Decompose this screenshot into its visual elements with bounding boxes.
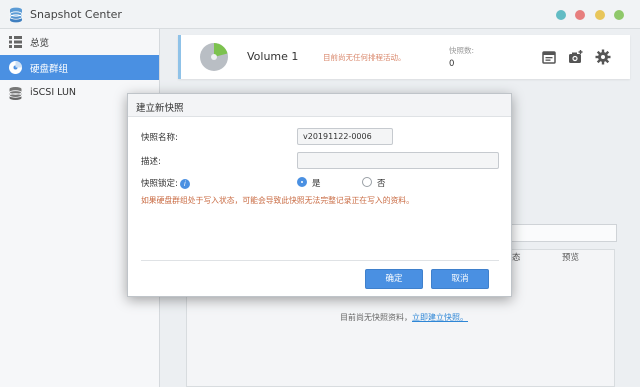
take-snapshot-icon[interactable] xyxy=(568,49,584,65)
dialog-divider xyxy=(141,260,499,261)
create-snapshot-link[interactable]: 立即建立快照。 xyxy=(412,313,468,322)
sidebar-item-label: iSCSI LUN xyxy=(30,87,77,98)
ok-button[interactable]: 确定 xyxy=(365,269,423,289)
write-state-warning: 如果硬盘群组处于写入状态，可能会导致此快照无法完整记录正在写入的资料。 xyxy=(141,196,414,205)
volume-schedule-status: 目前尚无任何排程活动。 xyxy=(323,53,406,62)
overview-list-icon xyxy=(9,36,22,48)
title-bar: Snapshot Center xyxy=(0,0,640,29)
disk-group-icon xyxy=(9,61,22,74)
snapshot-search-input[interactable] xyxy=(500,224,617,242)
snapshot-lock-label-text: 快照锁定: xyxy=(141,179,178,189)
column-header-status: 态 xyxy=(512,253,521,263)
lock-no-label[interactable]: 否 xyxy=(377,177,386,189)
volume-card[interactable]: Volume 1 目前尚无任何排程活动。 快照数: 0 xyxy=(178,35,630,79)
snapshot-name-label: 快照名称: xyxy=(141,133,178,143)
lock-no-radio[interactable] xyxy=(362,177,372,187)
info-icon[interactable]: i xyxy=(179,178,190,189)
snapshot-name-input[interactable] xyxy=(297,128,393,145)
sidebar-item-overview[interactable]: 总览 xyxy=(0,29,159,54)
empty-snapshot-message: 目前尚无快照资料，立即建立快照。 xyxy=(340,312,468,323)
empty-snapshot-text: 目前尚无快照资料， xyxy=(340,313,412,322)
dialog-header: 建立新快照 xyxy=(128,94,511,117)
window-maximize-button[interactable] xyxy=(614,10,624,20)
description-label: 描述: xyxy=(141,157,161,167)
snapshot-count: 0 xyxy=(449,59,455,69)
volume-name: Volume 1 xyxy=(247,50,299,63)
lock-yes-radio[interactable] xyxy=(297,177,307,187)
snapshot-center-app-icon xyxy=(9,7,23,23)
cancel-button[interactable]: 取消 xyxy=(431,269,489,289)
column-header-preview: 预览 xyxy=(562,253,580,263)
create-snapshot-dialog: 建立新快照 快照名称: 描述: 快照锁定:i 是 否 如果硬盘群组处于写入状态，… xyxy=(127,93,512,297)
app-title: Snapshot Center xyxy=(30,8,122,21)
sidebar-item-label: 总览 xyxy=(30,38,50,49)
settings-gear-icon[interactable] xyxy=(595,49,611,65)
schedule-icon[interactable] xyxy=(541,49,557,65)
iscsi-lun-icon xyxy=(9,87,22,100)
sidebar-item-label: 硬盘群组 xyxy=(30,64,69,75)
window-close-dot-button[interactable] xyxy=(575,10,585,20)
sidebar-item-disk-group[interactable]: 硬盘群组 xyxy=(0,55,159,80)
window-minimize-button[interactable] xyxy=(595,10,605,20)
window-help-button[interactable] xyxy=(556,10,566,20)
dialog-title: 建立新快照 xyxy=(136,103,184,114)
snapshot-count-label: 快照数: xyxy=(449,46,475,55)
volume-usage-pie-icon xyxy=(200,43,228,71)
description-input[interactable] xyxy=(297,152,499,169)
lock-yes-label[interactable]: 是 xyxy=(312,177,321,189)
snapshot-lock-label: 快照锁定: i xyxy=(141,177,190,189)
